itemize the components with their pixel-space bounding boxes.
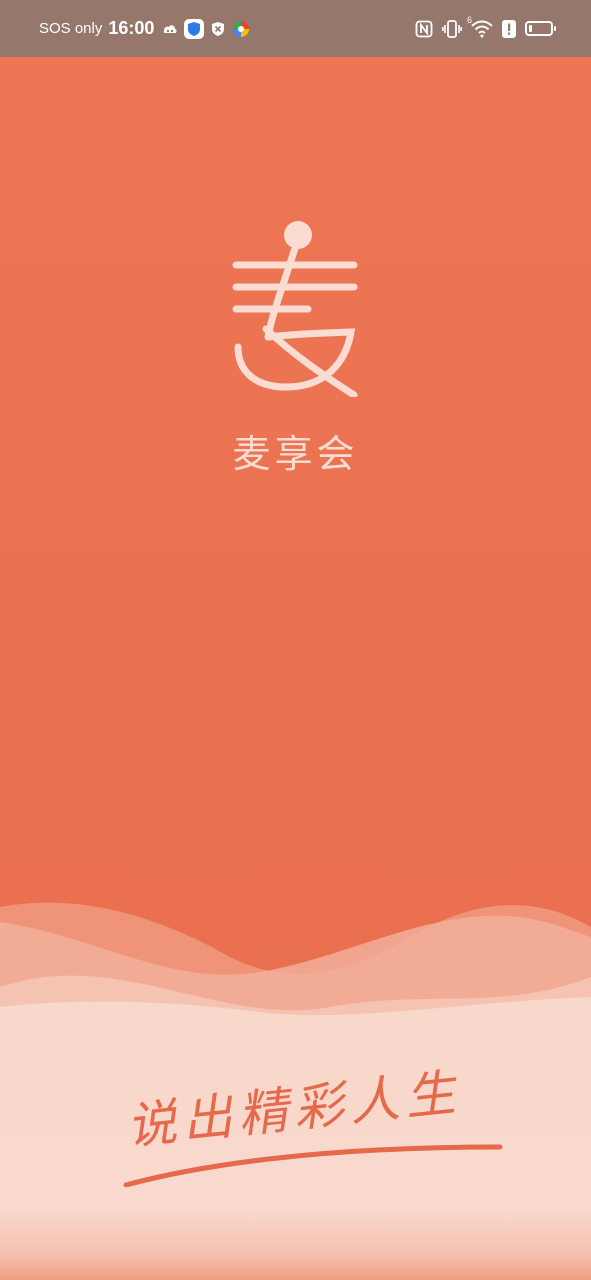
browser-app-icon [232, 20, 250, 38]
carrier-text: SOS only [39, 20, 103, 37]
app-name: 麦享会 [232, 432, 359, 476]
status-right-group: 6 [415, 0, 556, 57]
microphone-logo-icon [232, 221, 358, 397]
slogan: 说出精彩人生 [120, 1063, 510, 1187]
shield-app-icon [184, 18, 205, 39]
close-shield-icon [210, 21, 226, 37]
battery-icon [525, 21, 556, 36]
slogan-underline-icon [123, 1144, 503, 1187]
wave-decoration [0, 902, 591, 1280]
status-bar: SOS only 16:00 6 [0, 0, 591, 57]
splash-screen: 麦享会 说出精彩人生 [0, 57, 591, 1280]
alert-icon [502, 19, 516, 38]
clock-text: 16:00 [108, 18, 155, 38]
cloud-game-icon [162, 22, 178, 36]
battery-level [529, 25, 532, 32]
status-left-group: SOS only 16:00 [39, 0, 250, 57]
vibrate-icon [442, 19, 462, 38]
nfc-icon [415, 20, 433, 38]
wifi-icon: 6 [467, 15, 493, 38]
wifi-6-label: 6 [467, 14, 473, 25]
